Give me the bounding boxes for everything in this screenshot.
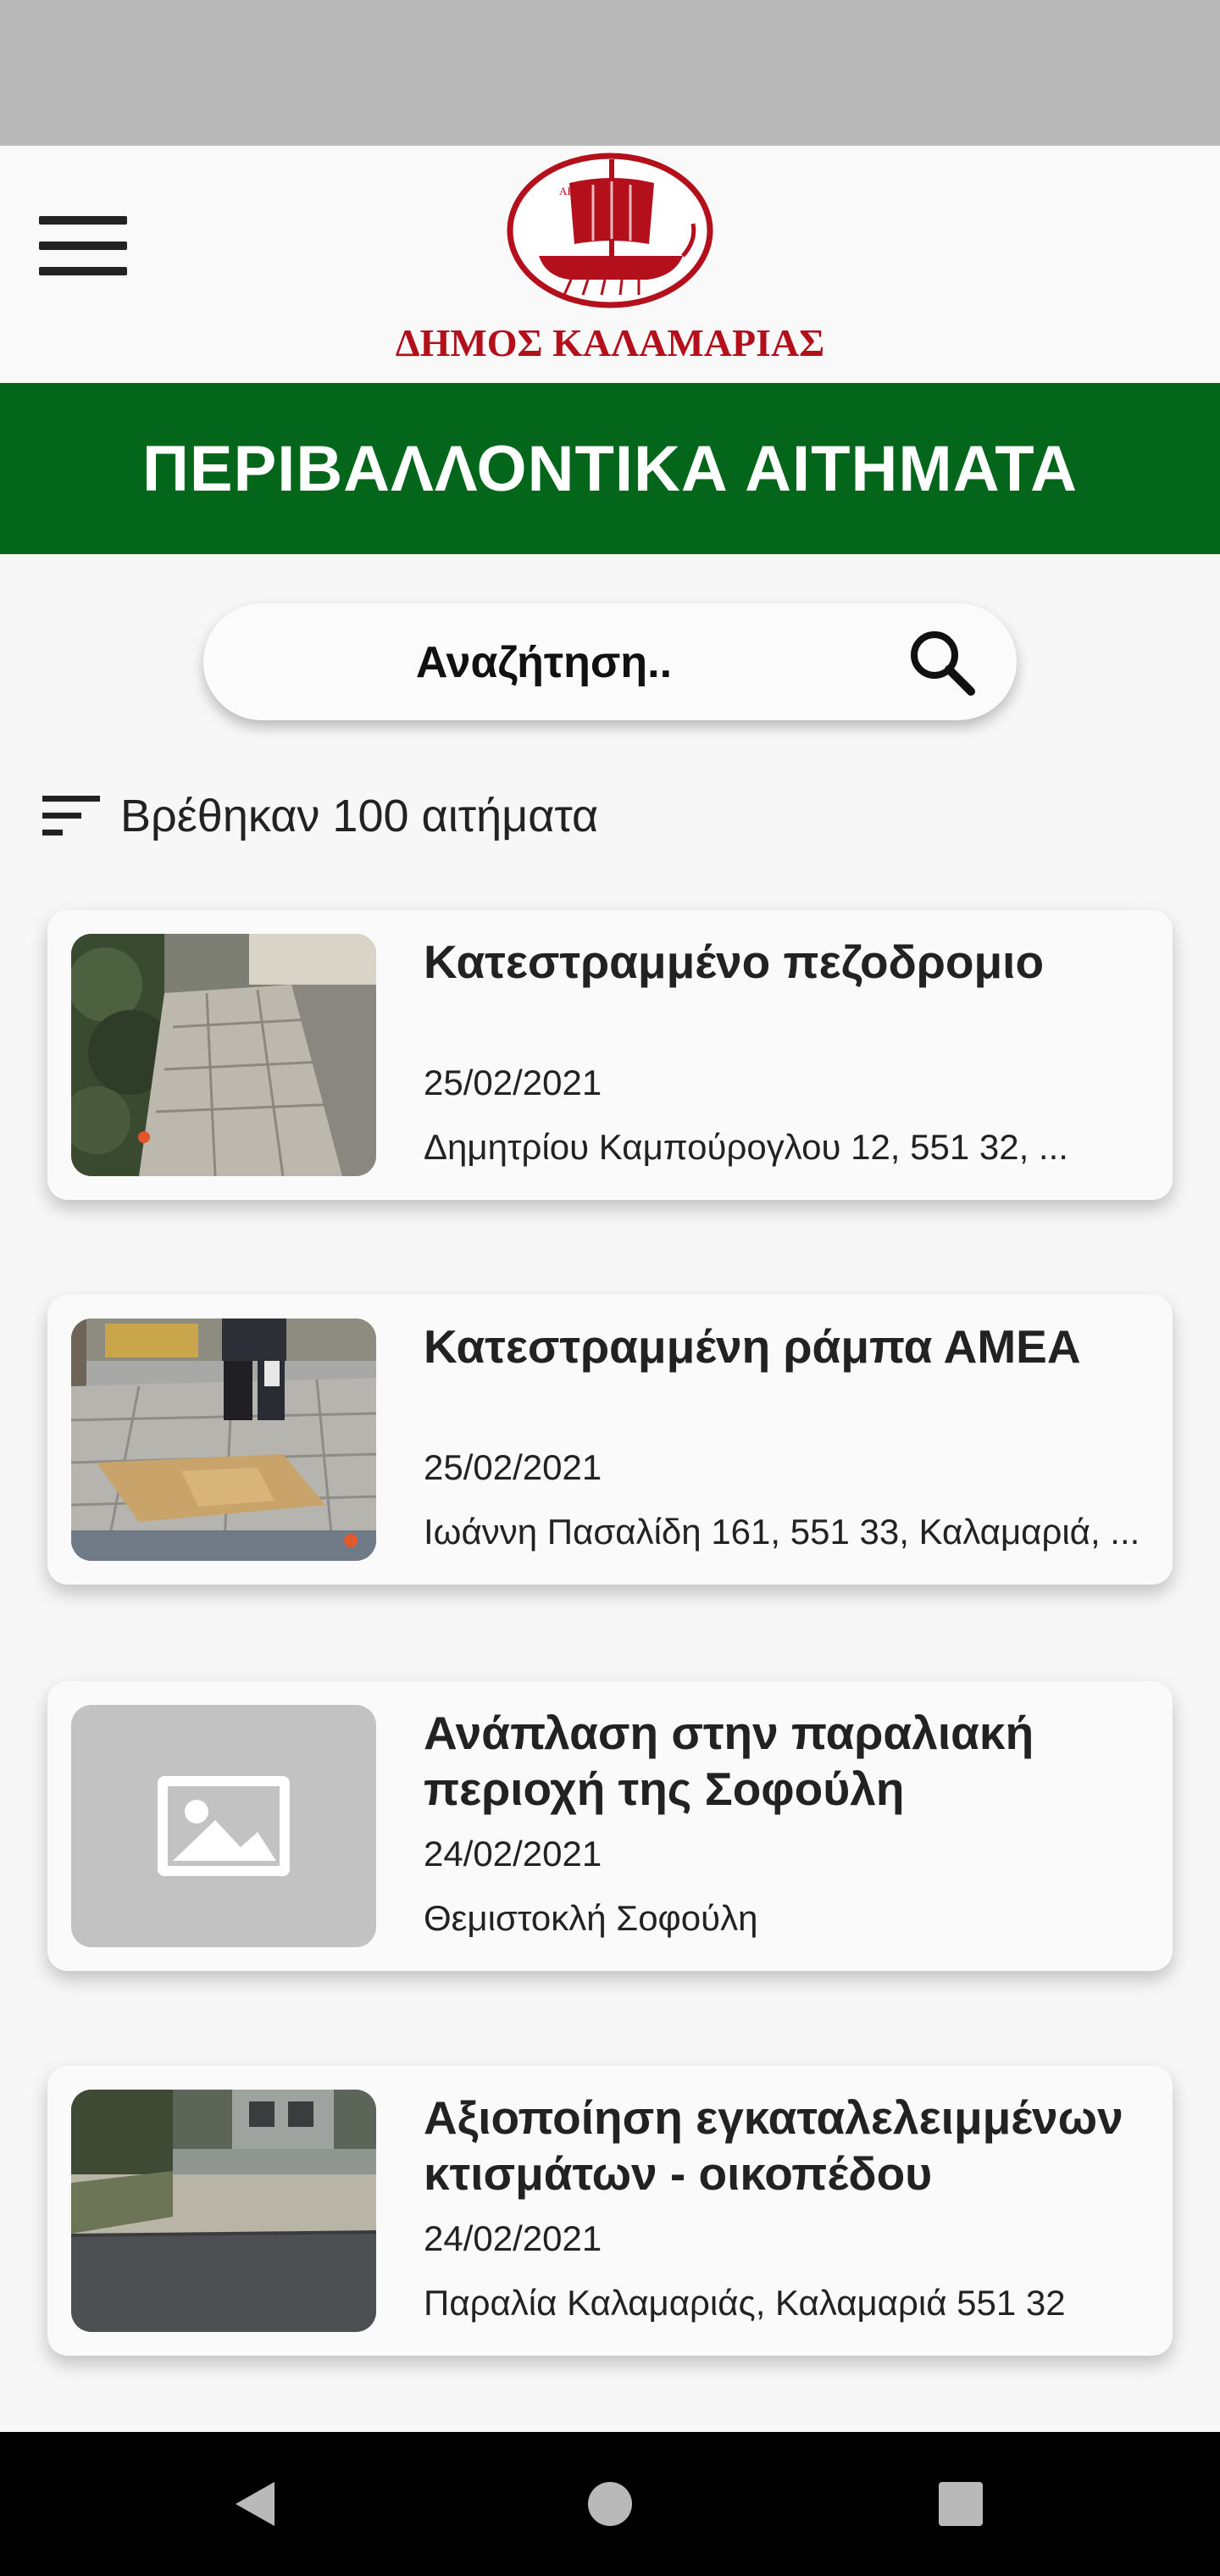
request-card[interactable]: Αξιοποίηση εγκαταλελειμμένων κτισμάτων -… — [47, 2066, 1173, 2356]
svg-text:ΑΡΓΩ: ΑΡΓΩ — [559, 185, 588, 197]
request-address: Θεμιστοκλή Σοφούλη — [424, 1898, 758, 1938]
request-date: 24/02/2021 — [424, 2218, 602, 2258]
image-placeholder-icon — [158, 1776, 290, 1876]
logo-text: ΔΗΜΟΣ ΚΑΛΑΜΑΡΙΑΣ — [396, 321, 825, 364]
app-header: ΑΡΓΩ ΔΗΜΟΣ ΚΑΛΑΜΑΡΙΑΣ — [0, 146, 1220, 383]
page-banner: ΠΕΡΙΒΑΛΛΟΝΤΙΚΑ ΑΙΤΗΜΑΤΑ — [0, 383, 1220, 554]
search-input[interactable] — [237, 603, 851, 722]
menu-line — [39, 242, 127, 250]
back-triangle-icon[interactable] — [212, 2462, 297, 2546]
request-date: 25/02/2021 — [424, 1063, 602, 1102]
request-photo — [71, 1319, 376, 1561]
request-date: 25/02/2021 — [424, 1447, 602, 1487]
page-title: ΠΕΡΙΒΑΛΛΟΝΤΙΚΑ ΑΙΤΗΜΑΤΑ — [142, 432, 1078, 505]
request-card[interactable]: Κατεστραμμένη ράμπα ΑΜΕΑ 25/02/2021 Ιωάν… — [47, 1295, 1173, 1585]
request-address: Δημητρίου Καμπούρογλου 12, 551 32, ... — [424, 1127, 1068, 1167]
request-title: Αξιοποίηση εγκαταλελειμμένων κτισμάτων -… — [424, 2091, 1123, 2200]
request-title: Κατεστραμμένη ράμπα ΑΜΕΑ — [424, 1320, 1081, 1373]
search-bar[interactable] — [203, 603, 1017, 722]
filter-sort-icon[interactable] — [41, 792, 102, 840]
status-bar — [0, 0, 1220, 146]
search-icon[interactable] — [907, 627, 978, 698]
recents-square-icon[interactable] — [918, 2462, 1003, 2546]
menu-line — [39, 267, 127, 275]
request-title: Κατεστραμμένο πεζοδρομιο — [424, 935, 1045, 988]
request-photo — [71, 934, 376, 1176]
menu-line — [39, 216, 127, 225]
request-address: Παραλία Καλαμαριάς, Καλαμαριά 551 32 — [424, 2283, 1066, 2323]
request-title: Ανάπλαση στην παραλιακή περιοχή της Σοφο… — [424, 1707, 1034, 1815]
request-card[interactable]: Ανάπλαση στην παραλιακή περιοχή της Σοφο… — [47, 1681, 1173, 1971]
request-card[interactable]: Κατεστραμμένο πεζοδρομιο 25/02/2021 Δημη… — [47, 910, 1173, 1200]
request-photo — [71, 2090, 376, 2332]
municipality-logo: ΑΡΓΩ ΔΗΜΟΣ ΚΑΛΑΜΑΡΙΑΣ — [396, 153, 825, 364]
system-navigation-bar — [0, 2432, 1220, 2576]
results-count: Βρέθηκαν 100 αιτήματα — [120, 791, 599, 841]
home-circle-icon[interactable] — [568, 2462, 652, 2546]
request-address: Ιωάννη Πασαλίδη 161, 551 33, Καλαμαριά, … — [424, 1512, 1140, 1552]
request-photo-placeholder — [71, 1705, 376, 1947]
request-date: 24/02/2021 — [424, 1834, 602, 1874]
results-summary: Βρέθηκαν 100 αιτήματα — [41, 778, 598, 854]
hamburger-menu-icon[interactable] — [25, 188, 141, 303]
